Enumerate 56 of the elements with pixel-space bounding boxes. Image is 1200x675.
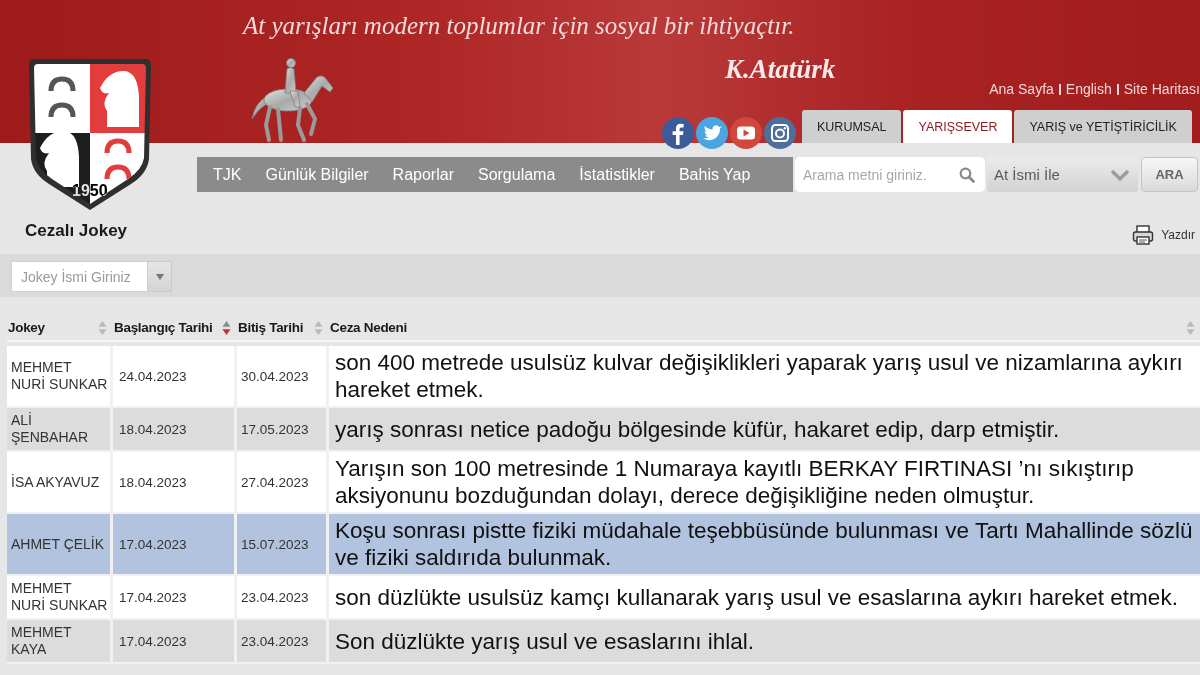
reason-cell: son 400 metrede usulsüz kulvar değişiklikleri yaparak yarış usul ve nizamlarına aykırı hareket etmek. xyxy=(329,346,1200,406)
end-date-cell: 23.04.2023 xyxy=(237,576,326,618)
top-link[interactable]: English xyxy=(1065,80,1112,98)
chevron-icon xyxy=(1110,168,1130,181)
end-date-cell: 23.04.2023 xyxy=(237,620,326,662)
start-date-cell: 18.04.2023 xyxy=(113,408,234,450)
table-row[interactable]: AHMET ÇELİK 17.04.2023 15.07.2023 Koşu sonrası pistte fiziki müdahale teşebbüsünde bulunması ve Tartı Mahallinde sözlü ve fiziki saldırıda bulunmak. xyxy=(7,514,1200,576)
reason-cell: Koşu sonrası pistte fiziki müdahale teşebbüsünde bulunması ve Tartı Mahallinde sözlü ve fiziki saldırıda bulunmak. xyxy=(329,514,1200,574)
section-tab[interactable]: YARIŞ ve YETİŞTİRİCİLİK xyxy=(1014,110,1192,143)
top-link[interactable]: Site Haritası xyxy=(1123,80,1200,98)
start-date-cell: 17.04.2023 xyxy=(113,576,234,618)
jockey-cell: MEHMET KAYA xyxy=(7,620,110,662)
reason-cell: son düzlükte usulsüz kamçı kullanarak yarış usul ve esaslarına aykırı hareket etmek. xyxy=(329,576,1200,618)
signature-text: K.Atatürk xyxy=(725,54,836,85)
search-field[interactable]: Arama metni giriniz. xyxy=(795,157,985,192)
page-title: Cezalı Jokey xyxy=(25,221,128,241)
jockey-name-field[interactable]: Jokey İsmi Giriniz xyxy=(11,261,148,292)
end-date-cell: 15.07.2023 xyxy=(237,514,326,574)
sort-icon[interactable] xyxy=(222,319,231,336)
reason-cell: Yarışın son 100 metresinde 1 Numaraya kayıtlı BERKAY FIRTINASI ’nı sıkıştırıp aksiyonunu bozduğundan dolayı, derece değişikliğine neden olmuştur. xyxy=(329,452,1200,512)
jockey-cell: MEHMET NURİ SUNKAR xyxy=(7,576,110,618)
dropdown-button[interactable] xyxy=(148,261,172,292)
play-icon[interactable] xyxy=(730,117,762,149)
column-header[interactable]: Jokey xyxy=(8,320,45,335)
jockey-cell: AHMET ÇELİK xyxy=(7,514,110,574)
section-tab[interactable]: YARIŞSEVER xyxy=(903,110,1013,143)
reason-cell: Son düzlükte yarış usul ve esaslarını ihlal. xyxy=(329,620,1200,662)
reason-cell: yarış sonrası netice padoğu bölgesinde küfür, hakaret edip, darp etmiştir. xyxy=(329,408,1200,450)
print-link[interactable]: Yazdır xyxy=(1132,225,1195,245)
jockey-cell: ALİ ŞENBAHAR xyxy=(7,408,110,450)
section-tab[interactable]: KURUMSAL xyxy=(802,110,902,143)
start-date-cell: 17.04.2023 xyxy=(113,514,234,574)
start-date-cell: 17.04.2023 xyxy=(113,620,234,662)
jockey-cell: İSA AKYAVUZ xyxy=(7,452,110,512)
column-header[interactable]: Bitiş Tarihi xyxy=(238,320,304,335)
start-date-cell: 18.04.2023 xyxy=(113,452,234,512)
end-date-cell: 27.04.2023 xyxy=(237,452,326,512)
slogan-text: At yarışları modern toplumlar için sosyal bir ihtiyaçtır. xyxy=(240,11,795,40)
table-row[interactable]: ALİ ŞENBAHAR 18.04.2023 17.05.2023 yarış sonrası netice padoğu bölgesinde küfür, hakaret edip, darp etmiştir. xyxy=(7,408,1200,452)
end-date-cell: 17.05.2023 xyxy=(237,408,326,450)
column-header[interactable]: Ceza Nedeni xyxy=(330,320,407,335)
search-button[interactable]: ARA xyxy=(1141,157,1198,192)
caret-icon xyxy=(155,273,164,280)
bird-icon[interactable] xyxy=(696,117,728,149)
table-row[interactable]: MEHMET KAYA 17.04.2023 23.04.2023 Son düzlükte yarış usul ve esaslarını ihlal. xyxy=(7,620,1200,664)
start-date-cell: 24.04.2023 xyxy=(113,346,234,406)
jockey-cell: MEHMET NURİ SUNKAR xyxy=(7,346,110,406)
camera-icon[interactable] xyxy=(764,117,796,149)
top-link[interactable]: Ana Sayfa xyxy=(989,80,1054,98)
f-logo-icon[interactable] xyxy=(662,117,694,149)
search-type-dropdown[interactable]: At İsmi İle xyxy=(987,157,1138,192)
column-header[interactable]: Başlangıç Tarihi xyxy=(114,320,213,335)
table-row[interactable]: İSA AKYAVUZ 18.04.2023 27.04.2023 Yarışın son 100 metresinde 1 Numaraya kayıtlı BERKAY FIRTINASI ’nı sıkıştırıp aksiyonunu bozduğundan dolayı, derece değişikliğine neden olmuştur. xyxy=(7,452,1200,514)
search-icon[interactable] xyxy=(959,167,975,183)
end-date-cell: 30.04.2023 xyxy=(237,346,326,406)
printer-icon xyxy=(1132,225,1155,245)
